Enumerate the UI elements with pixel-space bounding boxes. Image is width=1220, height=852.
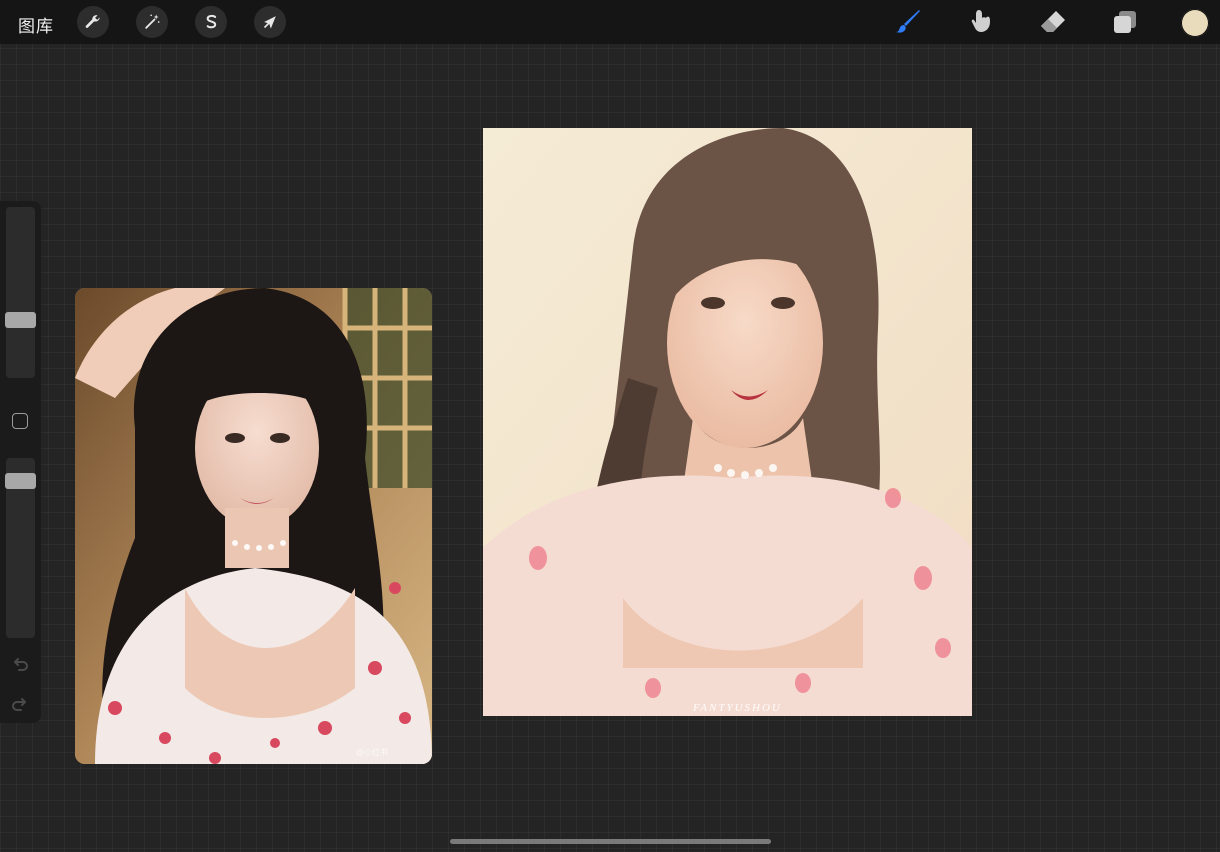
gallery-button[interactable]: 图库 bbox=[18, 12, 54, 37]
arrow-cursor-icon bbox=[264, 16, 276, 29]
actions-button[interactable] bbox=[77, 6, 109, 38]
artist-signature: FANTYUSHOU bbox=[693, 702, 782, 714]
magic-wand-icon bbox=[145, 14, 160, 29]
opacity-thumb[interactable] bbox=[5, 472, 36, 489]
redo-icon bbox=[12, 698, 26, 711]
undo-icon bbox=[14, 658, 28, 671]
reference-image[interactable]: @小红书 bbox=[75, 288, 432, 764]
adjustments-button[interactable] bbox=[136, 6, 168, 38]
home-indicator[interactable] bbox=[450, 839, 771, 844]
brush-size-thumb[interactable] bbox=[5, 312, 36, 329]
selection-button[interactable] bbox=[195, 6, 227, 38]
brush-button[interactable] bbox=[893, 6, 925, 38]
color-picker-button[interactable] bbox=[1181, 9, 1209, 37]
reference-watermark: @小红书 bbox=[355, 748, 388, 757]
selection-s-icon bbox=[206, 14, 217, 29]
painting-artwork bbox=[483, 128, 972, 716]
wrench-icon bbox=[85, 15, 100, 28]
layers-button[interactable] bbox=[1109, 6, 1141, 38]
eraser-icon bbox=[1041, 11, 1065, 32]
left-sidebar bbox=[0, 201, 41, 723]
reference-photo-image bbox=[75, 288, 432, 764]
smudge-button[interactable] bbox=[965, 6, 997, 38]
brush-icon bbox=[896, 10, 920, 33]
layers-icon bbox=[1114, 11, 1136, 33]
brush-size-slider[interactable] bbox=[6, 207, 35, 378]
smudge-icon bbox=[971, 10, 990, 32]
transform-button[interactable] bbox=[254, 6, 286, 38]
modifier-button[interactable] bbox=[12, 413, 28, 429]
drawing-canvas[interactable]: FANTYUSHOU bbox=[483, 128, 972, 716]
redo-button[interactable] bbox=[10, 695, 30, 715]
undo-button[interactable] bbox=[10, 655, 30, 675]
eraser-button[interactable] bbox=[1037, 6, 1069, 38]
top-toolbar: 图库 bbox=[0, 0, 1220, 44]
